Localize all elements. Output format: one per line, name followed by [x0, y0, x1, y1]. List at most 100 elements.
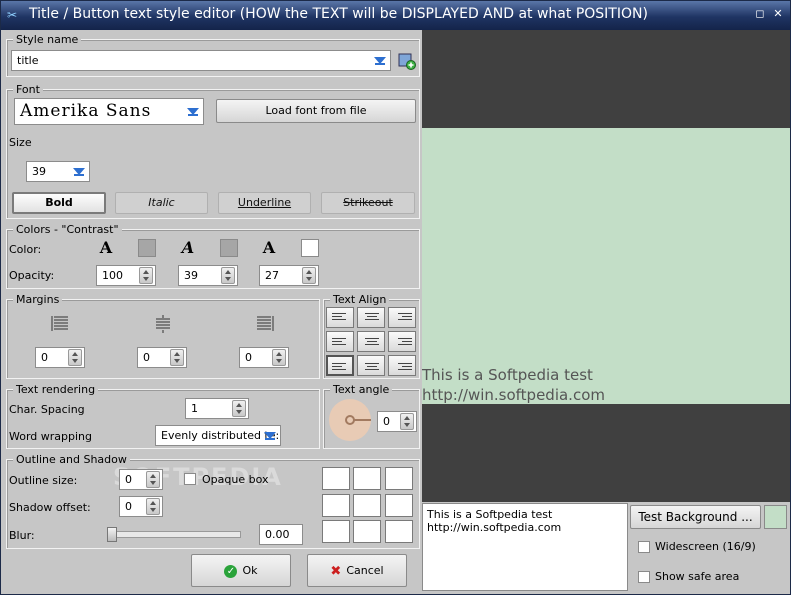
style-name-heading: Style name [13, 33, 82, 46]
restore-button[interactable]: ◻ [753, 7, 767, 21]
align-middle-right-button[interactable] [388, 331, 416, 352]
spinner-icon[interactable] [170, 349, 184, 366]
outline-size-input[interactable]: 0 [119, 469, 163, 490]
shadow-direction-bottom-right[interactable] [385, 520, 413, 543]
font-heading: Font [13, 83, 43, 96]
style-editor-window: ✂ Title / Button text style editor (HOW … [0, 0, 791, 595]
text-align-heading: Text Align [330, 293, 390, 306]
font-family-value: Amerika Sans [20, 101, 152, 121]
dial-hand[interactable] [354, 419, 371, 421]
align-middle-left-button[interactable] [326, 331, 354, 352]
blur-slider-track[interactable] [108, 531, 241, 538]
outline-opacity-value: 39 [184, 269, 198, 282]
check-icon: ✓ [224, 564, 238, 578]
font-family-select[interactable]: Amerika Sans [14, 98, 204, 125]
char-spacing-value: 1 [191, 402, 198, 415]
shadow-offset-value: 0 [125, 500, 132, 513]
size-label: Size [9, 136, 32, 149]
safe-area-checkbox[interactable] [638, 571, 650, 583]
outline-color-swatch[interactable] [220, 239, 238, 257]
safe-area-label: Show safe area [655, 570, 740, 583]
spinner-icon[interactable] [68, 349, 82, 366]
align-middle-center-button[interactable] [357, 331, 385, 352]
text-opacity-input[interactable]: 100 [96, 265, 156, 286]
right-margin-icon [254, 315, 274, 334]
shadow-direction-bottom[interactable] [353, 520, 381, 543]
shadow-direction-center[interactable] [353, 494, 381, 517]
word-wrapping-value: Evenly distributed te: [161, 429, 280, 442]
cancel-button[interactable]: ✖ Cancel [307, 554, 407, 587]
align-bottom-left-button[interactable] [326, 355, 354, 376]
preview-letterbox-bottom [422, 404, 790, 502]
spinner-icon[interactable] [146, 471, 160, 488]
blur-value-input[interactable]: 0.00 [259, 524, 303, 545]
outline-color-icon[interactable]: A [178, 238, 198, 258]
shadow-offset-input[interactable]: 0 [119, 496, 163, 517]
margins-heading: Margins [13, 293, 63, 306]
spinner-icon[interactable] [302, 267, 316, 284]
shadow-direction-left[interactable] [322, 494, 350, 517]
ok-button[interactable]: ✓ Ok [191, 554, 291, 587]
sample-text-editor[interactable]: This is a Softpedia test http://win.soft… [422, 503, 628, 591]
right-margin-input[interactable]: 0 [239, 347, 289, 368]
shadow-opacity-value: 27 [265, 269, 279, 282]
widescreen-label: Widescreen (16/9) [655, 540, 756, 553]
text-color-swatch[interactable] [138, 239, 156, 257]
text-angle-value: 0 [383, 415, 390, 428]
word-wrapping-label: Word wrapping [9, 430, 93, 443]
shadow-direction-top[interactable] [353, 467, 381, 490]
app-icon: ✂ [7, 8, 18, 22]
style-name-select[interactable]: title [11, 50, 391, 71]
new-style-icon[interactable] [398, 52, 416, 70]
outline-opacity-input[interactable]: 39 [178, 265, 238, 286]
opaque-box-checkbox[interactable] [184, 473, 196, 485]
left-margin-value: 0 [41, 351, 48, 364]
align-top-right-button[interactable] [388, 307, 416, 328]
word-wrapping-select[interactable]: Evenly distributed te: [155, 425, 281, 446]
blur-slider-thumb[interactable] [107, 527, 117, 542]
bold-button[interactable]: Bold [12, 192, 106, 214]
preview-line-1: This is a Softpedia test [422, 366, 593, 384]
strikeout-button[interactable]: Strikeout [321, 192, 415, 214]
preview-letterbox-top [422, 30, 790, 128]
shadow-color-icon[interactable]: A [259, 238, 279, 258]
shadow-direction-top-right[interactable] [385, 467, 413, 490]
text-angle-input[interactable]: 0 [377, 411, 417, 432]
right-margin-value: 0 [245, 351, 252, 364]
spinner-icon[interactable] [400, 413, 414, 430]
blur-value: 0.00 [265, 528, 290, 541]
align-bottom-right-button[interactable] [388, 355, 416, 376]
load-font-button[interactable]: Load font from file [216, 99, 416, 123]
text-color-icon[interactable]: A [96, 238, 116, 258]
shadow-color-swatch[interactable] [301, 239, 319, 257]
window-title: Title / Button text style editor (HOW th… [29, 6, 648, 22]
spinner-icon[interactable] [232, 400, 246, 417]
spinner-icon[interactable] [221, 267, 235, 284]
spinner-icon[interactable] [139, 267, 153, 284]
underline-button[interactable]: Underline [218, 192, 311, 214]
widescreen-checkbox[interactable] [638, 541, 650, 553]
close-button[interactable]: ✕ [771, 7, 785, 21]
background-color-swatch[interactable] [764, 505, 787, 529]
chevron-down-icon [263, 429, 277, 442]
shadow-direction-top-left[interactable] [322, 467, 350, 490]
spinner-icon[interactable] [272, 349, 286, 366]
italic-button[interactable]: Italic [115, 192, 208, 214]
spinner-icon[interactable] [146, 498, 160, 515]
align-top-left-button[interactable] [326, 307, 354, 328]
char-spacing-input[interactable]: 1 [185, 398, 249, 419]
align-top-center-button[interactable] [357, 307, 385, 328]
align-bottom-center-button[interactable] [357, 355, 385, 376]
colors-heading: Colors - "Contrast" [13, 223, 122, 236]
shadow-direction-bottom-left[interactable] [322, 520, 350, 543]
left-margin-input[interactable]: 0 [35, 347, 85, 368]
shadow-opacity-input[interactable]: 27 [259, 265, 319, 286]
test-background-button[interactable]: Test Background ... [630, 505, 761, 529]
vertical-margin-input[interactable]: 0 [137, 347, 187, 368]
opacity-label: Opacity: [9, 269, 55, 282]
font-size-select[interactable]: 39 [26, 161, 90, 182]
shadow-direction-right[interactable] [385, 494, 413, 517]
font-size-value: 39 [32, 165, 46, 178]
vertical-margin-value: 0 [143, 351, 150, 364]
angle-dial[interactable] [329, 399, 371, 441]
